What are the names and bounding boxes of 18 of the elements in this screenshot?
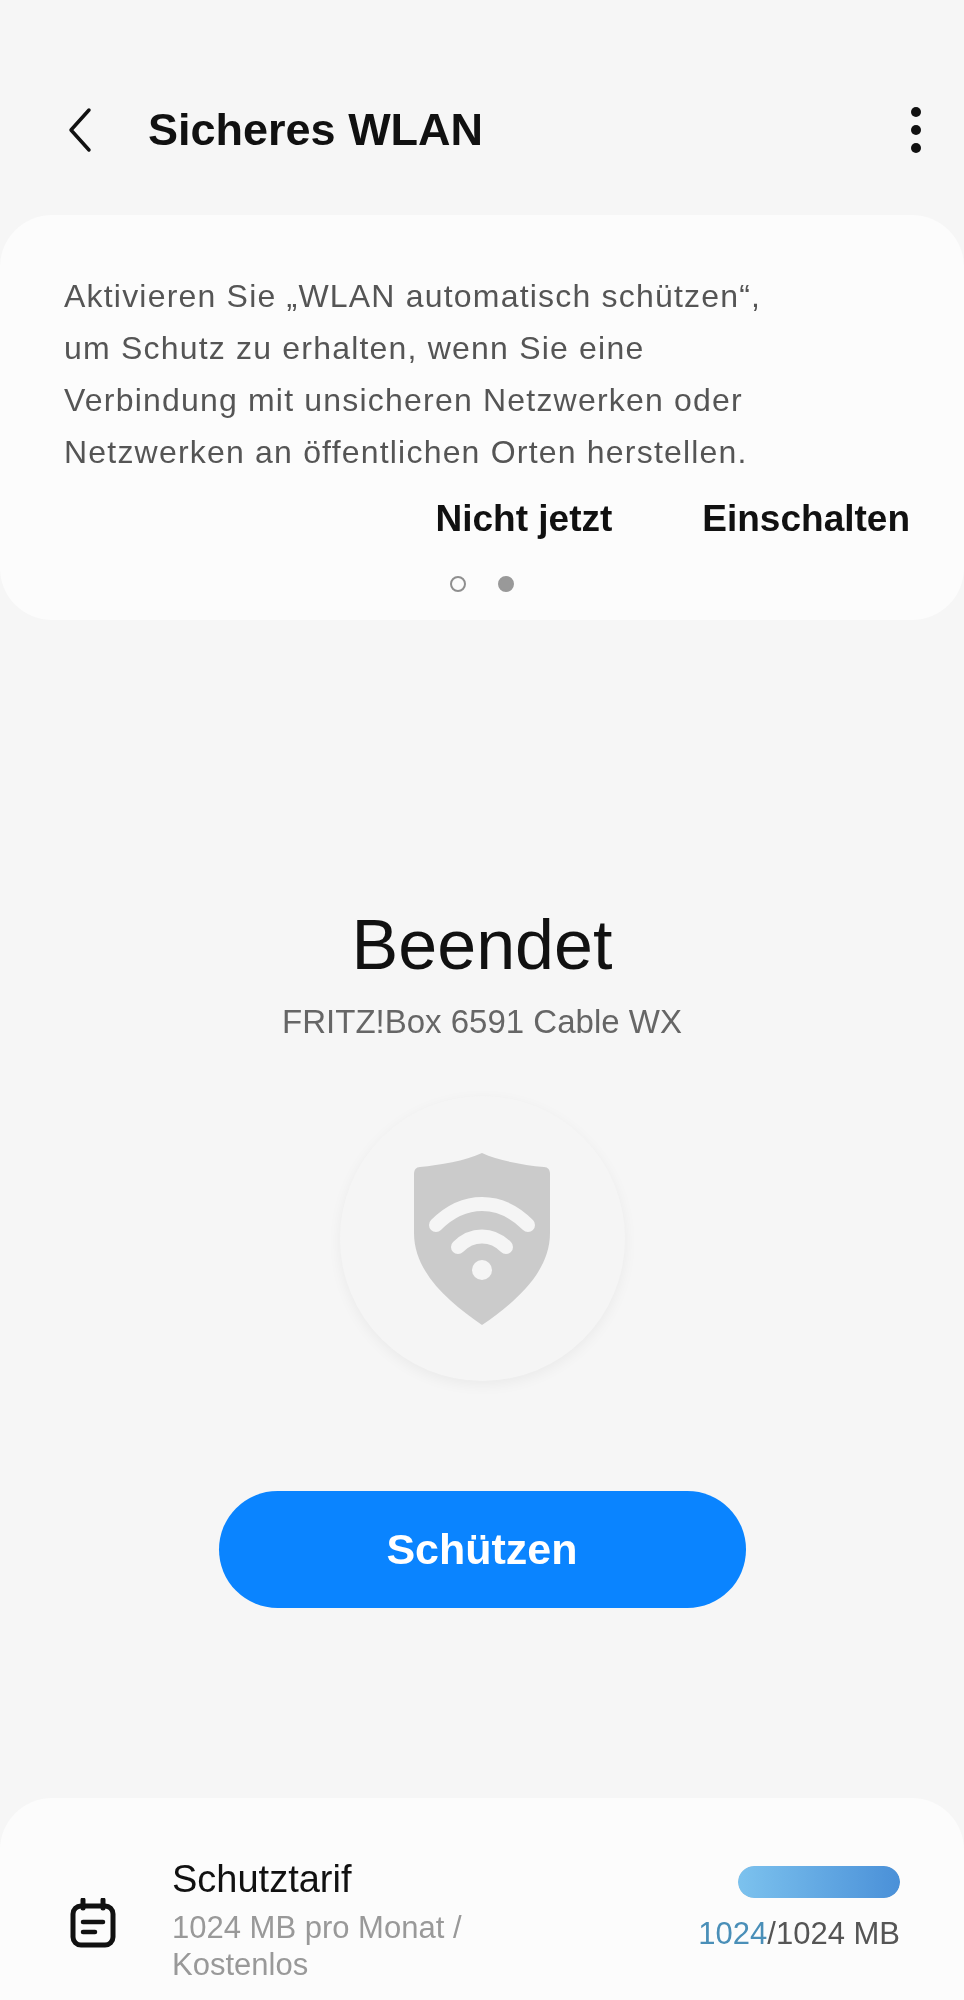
shield-wifi-icon — [414, 1152, 550, 1325]
network-name: FRITZ!Box 6591 Cable WX — [282, 1003, 682, 1041]
protect-button[interactable]: Schützen — [218, 1491, 746, 1608]
more-options-button[interactable] — [908, 106, 924, 154]
calendar-icon — [70, 1898, 116, 1948]
back-icon — [68, 107, 92, 153]
more-icon — [908, 106, 924, 154]
action-link[interactable]: Einschalten — [702, 498, 910, 540]
info-text: Aktivieren Sie „WLAN automatisch schützen“, um Schutz zu erhalten, wenn Sie eine Verbindung mit unsicheren Netzwerken oder Netzwerken an öffentlichen Orten herstellen. — [64, 277, 763, 472]
used-amount: 1024 — [698, 1916, 768, 1952]
plan-subtitle: 1024 MB pro Monat / Kostenlos — [172, 1909, 463, 1983]
status-title: Beendet — [351, 905, 613, 985]
total-amount: /1024 MB — [767, 1916, 900, 1952]
plan-title: Schutztarif — [172, 1858, 353, 1901]
page-title: Sicheres WLAN — [148, 104, 485, 156]
action-link[interactable]: Nicht jetzt — [435, 498, 613, 540]
page-dot[interactable] — [498, 576, 514, 592]
page-dot[interactable] — [450, 576, 466, 592]
